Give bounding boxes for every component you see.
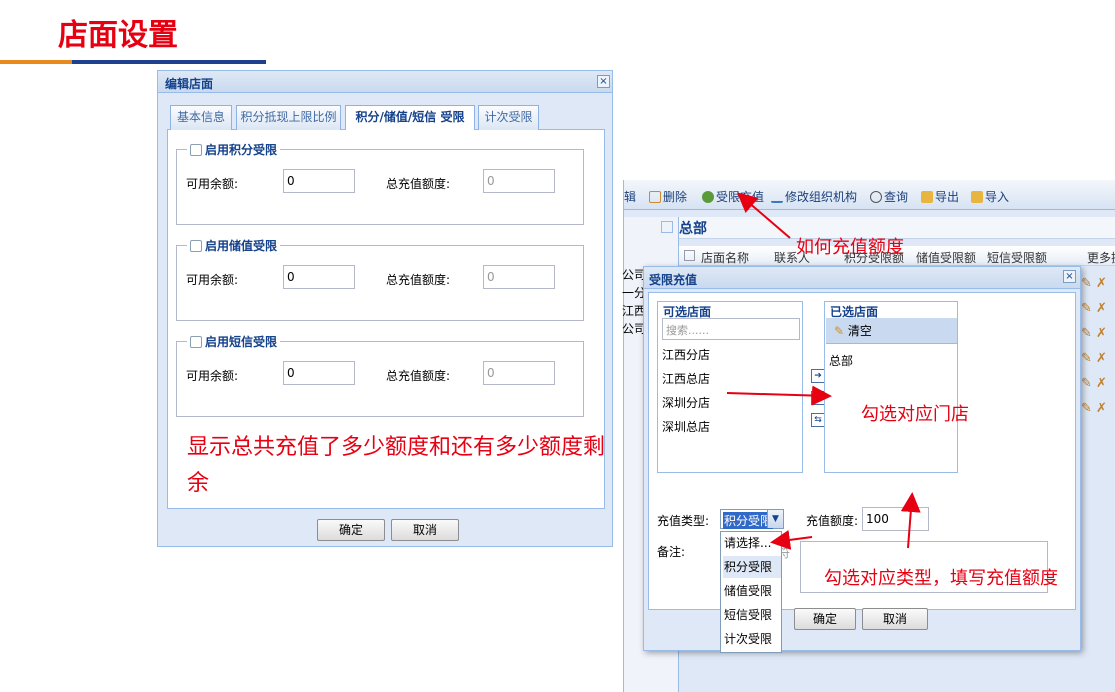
arrow-to-amount bbox=[900, 492, 921, 549]
arrow-to-type-option bbox=[770, 529, 813, 550]
annotation-arrows bbox=[726, 192, 921, 550]
arrow-to-recharge-button bbox=[736, 192, 791, 239]
arrow-to-selected-panel bbox=[726, 385, 832, 406]
